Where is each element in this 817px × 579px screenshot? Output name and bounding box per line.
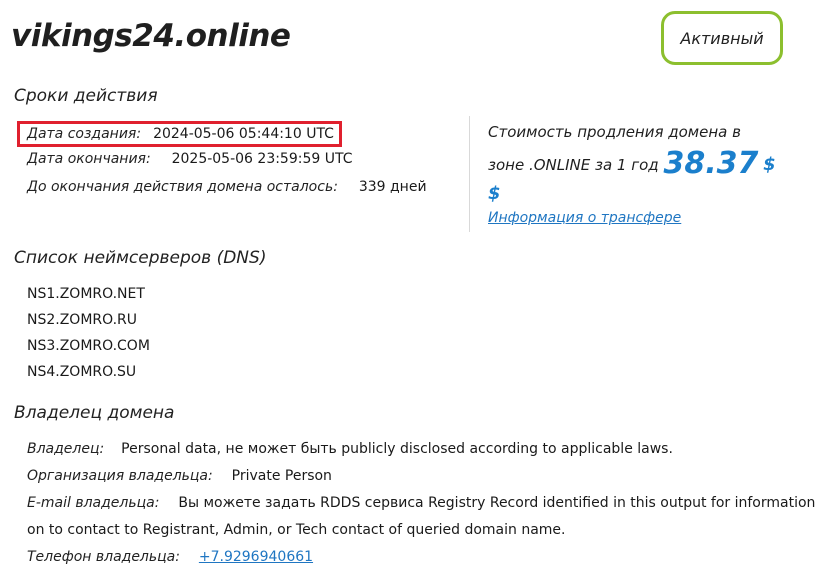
expires-date-row: Дата окончания: 2025-05-06 23:59:59 UTC [27, 151, 353, 167]
renewal-text-line1: Стоимость продления домена в [488, 123, 741, 141]
owner-label: Владелец: [27, 441, 105, 457]
owner-value: Personal data, не может быть publicly di… [121, 441, 673, 457]
phone-label: Телефон владельца: [27, 549, 180, 565]
renewal-price-amount: 38.37 [663, 146, 759, 181]
remaining-label: До окончания действия домена осталось: [27, 179, 338, 195]
validity-section-title: Сроки действия [14, 86, 158, 106]
status-badge: Активный [661, 11, 783, 65]
nameserver-item: NS2.ZOMRO.RU [27, 312, 138, 328]
email-label: E-mail владельца: [27, 495, 160, 511]
remaining-days-row: До окончания действия домена осталось: 3… [27, 179, 427, 195]
phone-link[interactable]: +7.9296940661 [199, 549, 313, 565]
owner-row: Владелец: Personal data, не может быть p… [27, 441, 673, 457]
email-value-line2: on to contact to Registrant, Admin, or T… [27, 522, 566, 538]
org-row: Организация владельца: Private Person [27, 468, 332, 484]
transfer-info-link[interactable]: Информация о трансфере [488, 210, 681, 226]
renewal-price-block: Стоимость продления домена в зоне .ONLIN… [488, 117, 778, 228]
nameserver-item: NS3.ZOMRO.COM [27, 338, 150, 354]
phone-row: Телефон владельца: +7.9296940661 [27, 549, 313, 565]
org-value: Private Person [231, 468, 332, 484]
email-value-line1: Вы можете задать RDDS сервиса Registry R… [178, 495, 816, 511]
created-date-row: Дата создания: 2024-05-06 05:44:10 UTC [17, 121, 342, 147]
created-label: Дата создания: [27, 126, 142, 142]
email-row: E-mail владельца: Вы можете задать RDDS … [27, 495, 815, 511]
dns-section-title: Список неймсерверов (DNS) [14, 248, 267, 268]
renewal-text-line2: зоне .ONLINE за 1 год [488, 156, 659, 174]
expires-value: 2025-05-06 23:59:59 UTC [171, 151, 353, 167]
renewal-price-currency: $ [763, 154, 776, 175]
column-divider [469, 116, 470, 232]
nameserver-item: NS1.ZOMRO.NET [27, 286, 145, 302]
domain-title: vikings24.online [11, 18, 291, 54]
nameserver-item: NS4.ZOMRO.SU [27, 364, 137, 380]
owner-section-title: Владелец домена [14, 403, 175, 423]
remaining-value: 339 дней [358, 179, 427, 195]
org-label: Организация владельца: [27, 468, 213, 484]
expires-label: Дата окончания: [27, 151, 151, 167]
created-value: 2024-05-06 05:44:10 UTC [153, 126, 334, 142]
renewal-price-currency-wrap: $ [488, 183, 501, 204]
